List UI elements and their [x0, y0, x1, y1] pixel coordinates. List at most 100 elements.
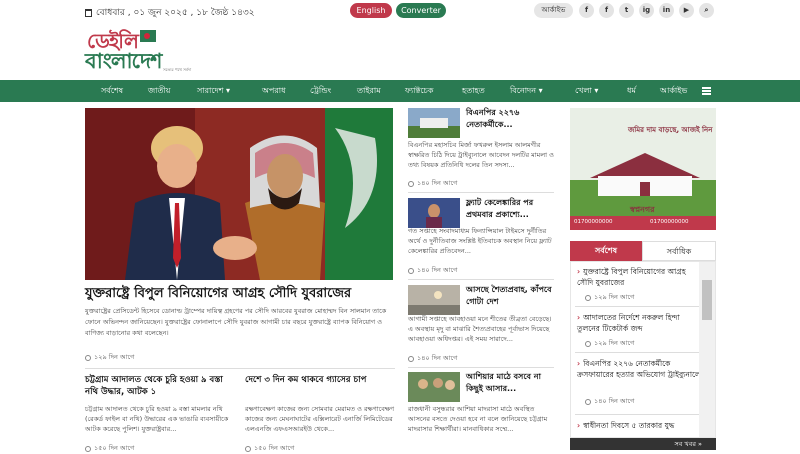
- list-item-title[interactable]: স্বাধীনতা দিবসে ৫ তারকার যুদ্ধ: [577, 420, 703, 431]
- clock-icon: [408, 267, 414, 274]
- instagram-icon[interactable]: ig: [639, 3, 654, 18]
- divider: [408, 192, 554, 193]
- nav-item-casualty[interactable]: হতাহত: [462, 80, 485, 102]
- bottom-story-2-time-text: ১৫০ দিন আগে: [254, 444, 295, 452]
- middle-story-3-time: ১৪০ দিন আগে: [408, 353, 457, 364]
- logo-tagline: সত্যের পথে সর্বদা: [163, 67, 192, 72]
- divider: [408, 367, 554, 368]
- middle-story-3-time-text: ১৪০ দিন আগে: [417, 354, 458, 362]
- list-item-time: ১৪০ দিন আগে: [585, 396, 634, 407]
- lead-story-title[interactable]: যুক্তরাষ্ট্রে বিপুল বিনিয়োগের আগ্রহ সৌদ…: [85, 284, 395, 305]
- middle-story-1-text: বিএনপির মহাসচিব মির্জা ফখরুল ইসলাম আলমগী…: [408, 141, 554, 169]
- nav-item-crime[interactable]: অপরাধ: [262, 80, 286, 102]
- lead-photo-illustration: [85, 108, 393, 280]
- middle-story-2-text: গত সপ্তাহে সংবাদমাধ্যম ফিন্যান্সিয়াল টা…: [408, 227, 552, 255]
- middle-story-4-title[interactable]: আশিয়ার মাঠে বসবে না কিছুই আসার...: [466, 371, 554, 395]
- converter-button[interactable]: Converter: [396, 3, 446, 18]
- nav-item-national[interactable]: জাতীয়: [148, 80, 170, 102]
- nav-item-entertainment[interactable]: বিনোদন ▾: [510, 80, 543, 102]
- middle-story-1-title[interactable]: বিএনপির ২২৭৬ নেতাকর্মীকে...: [466, 107, 554, 131]
- search-icon[interactable]: ⌕: [699, 3, 714, 18]
- middle-story-4-text: রাজধানী বসুন্ধরার আশিয়া মাদরাসা মাঠে অব…: [408, 405, 548, 433]
- list-item-time: ১২৯ দিন আগে: [585, 338, 634, 349]
- date-text: বোধবার , ০১ জুন ২০২৫ , ১৮ জৈষ্ঠ ১৪৩২: [96, 8, 255, 18]
- nav-item-religion[interactable]: ধর্ম: [627, 80, 636, 102]
- divider: [85, 368, 395, 369]
- ad-brand: স্বপ্ননগর: [630, 205, 655, 214]
- date-display: বোধবার , ০১ জুন ২০২৫ , ১৮ জৈষ্ঠ ১৪৩২: [85, 5, 255, 20]
- clock-icon: [245, 445, 251, 452]
- nav-item-sports[interactable]: খেলা ▾: [575, 80, 598, 102]
- clock-icon: [85, 445, 91, 452]
- flag-icon: [140, 30, 156, 42]
- middle-story-1-time-text: ১৪০ দিন আগে: [417, 179, 458, 187]
- middle-story-2-time-text: ১৪০ দিন আগে: [417, 266, 458, 274]
- ad-phone-2: 01700000000: [650, 219, 689, 225]
- bottom-story-2-time: ১৫০ দিন আগে: [245, 443, 294, 454]
- bottom-story-1-text: চট্টগ্রাম আদালত থেকে চুরি হওয়া ৯ বস্তা …: [85, 405, 229, 433]
- list-item-time-text: ১২৯ দিন আগে: [594, 293, 635, 301]
- bottom-story-2-title[interactable]: দেশে ৩ দিন কম থাকবে গ্যাসের চাপ: [245, 374, 395, 386]
- middle-story-2-time: ১৪০ দিন আগে: [408, 265, 457, 276]
- tab-popular[interactable]: সর্বাধিক: [642, 241, 716, 261]
- latest-news-list: যুক্তরাষ্ট্রে বিপুল বিনিয়োগের আগ্রহ সৌদ…: [570, 261, 716, 438]
- english-button[interactable]: English: [350, 3, 392, 18]
- lead-story-summary: যুক্তরাষ্ট্রের প্রেসিডেন্ট হিসেবে ডোনাল্…: [85, 307, 387, 337]
- lead-story-image[interactable]: [85, 108, 393, 280]
- list-item-time-text: ১৪০ দিন আগে: [594, 397, 635, 405]
- clock-icon: [585, 294, 591, 301]
- story-thumbnail-1[interactable]: [408, 108, 460, 138]
- logo-line-2: বাংলাদেশ: [85, 49, 162, 73]
- list-item-time-text: ১২৯ দিন আগে: [594, 339, 635, 347]
- nav-item-trending[interactable]: ট্রেন্ডিং: [310, 80, 331, 102]
- divider: [408, 279, 554, 280]
- sidebar-scrollbar[interactable]: [699, 262, 715, 437]
- middle-story-2-title[interactable]: ফ্ল্যাট কেলেঙ্কারির পর প্রথমবার প্রকাশ্য…: [466, 197, 554, 221]
- clock-icon: [585, 340, 591, 347]
- menu-icon[interactable]: [702, 87, 711, 95]
- linkedin-icon[interactable]: in: [659, 3, 674, 18]
- clock-icon: [408, 180, 414, 187]
- nav-item-country[interactable]: সারাদেশ ▾: [197, 80, 230, 102]
- advertisement-banner[interactable]: জমির দাম বাড়ছে, আজই নিন স্বপ্ননগর 01700…: [570, 108, 716, 230]
- list-item-title[interactable]: বিএনপির ২২৭৬ নেতাকর্মীকে ক্রসফায়ারের হত…: [577, 358, 703, 380]
- list-item-title[interactable]: যুক্তরাষ্ট্রে বিপুল বিনিয়োগের আগ্রহ সৌদ…: [577, 266, 703, 288]
- divider: [575, 414, 699, 415]
- calendar-icon: [85, 8, 92, 17]
- lead-time-text: ১২৯ দিন আগে: [94, 353, 135, 361]
- all-news-button[interactable]: সব খবর »: [570, 438, 716, 450]
- clock-icon: [408, 355, 414, 362]
- list-item-title[interactable]: আদালতের নির্দেশে নকরুল হিন্দা তুলনের টিক…: [577, 312, 703, 334]
- divider: [575, 306, 699, 307]
- story-thumbnail-2[interactable]: [408, 198, 460, 228]
- clock-icon: [585, 398, 591, 405]
- scrollbar-thumb[interactable]: [702, 280, 712, 320]
- site-logo[interactable]: ডেইলি বাংলাদেশ সত্যের পথে সর্বদা: [85, 27, 210, 75]
- nav-item-factcheck[interactable]: ফ্যাক্টচেক: [405, 80, 433, 102]
- bottom-story-1-title[interactable]: চট্টগ্রাম আদালত থেকে চুরি হওয়া ৯ বস্তা …: [85, 374, 235, 398]
- middle-story-3-text: আগামী সপ্তাহে আবহাওয়া মনে শীতের তীব্রতা…: [408, 315, 552, 343]
- bottom-story-1-time-text: ১৫০ দিন আগে: [94, 444, 135, 452]
- nav-item-archive[interactable]: আর্কাইভ: [660, 80, 687, 102]
- facebook-icon[interactable]: f: [579, 3, 594, 18]
- bottom-story-2-text: রক্ষণাবেক্ষণ কাজের জন্য সোমবার মেরামত ও …: [245, 405, 395, 433]
- top-bar: বোধবার , ০১ জুন ২০২৫ , ১৮ জৈষ্ঠ ১৪৩২ Eng…: [0, 0, 800, 22]
- twitter-icon[interactable]: t: [619, 3, 634, 18]
- facebook-page-icon[interactable]: f: [599, 3, 614, 18]
- nav-item-tairam[interactable]: তাইরাম: [357, 80, 381, 102]
- archive-button[interactable]: আর্কাইভ: [534, 3, 573, 18]
- bottom-story-1-time: ১৫০ দিন আগে: [85, 443, 134, 454]
- ad-text: জমির দাম বাড়ছে, আজই নিন: [628, 126, 713, 134]
- middle-story-3-title[interactable]: আসছে শৈত্যপ্রবাহ, কাঁপবে গোটা দেশ: [466, 284, 554, 308]
- youtube-icon[interactable]: ▶: [679, 3, 694, 18]
- nav-item-latest[interactable]: সর্বশেষ: [101, 80, 123, 102]
- lead-story-time: ১২৯ দিন আগে: [85, 352, 134, 363]
- tab-latest[interactable]: সর্বশেষ: [570, 241, 642, 261]
- clock-icon: [85, 354, 91, 361]
- middle-story-1-time: ১৪০ দিন আগে: [408, 178, 457, 189]
- story-thumbnail-4[interactable]: [408, 372, 460, 402]
- list-item-time: ১২৯ দিন আগে: [585, 292, 634, 303]
- story-thumbnail-3[interactable]: [408, 285, 460, 315]
- main-navigation: সর্বশেষ জাতীয় সারাদেশ ▾ অপরাধ ট্রেন্ডিং…: [0, 80, 800, 102]
- ad-phone-1: 01700000000: [574, 219, 613, 225]
